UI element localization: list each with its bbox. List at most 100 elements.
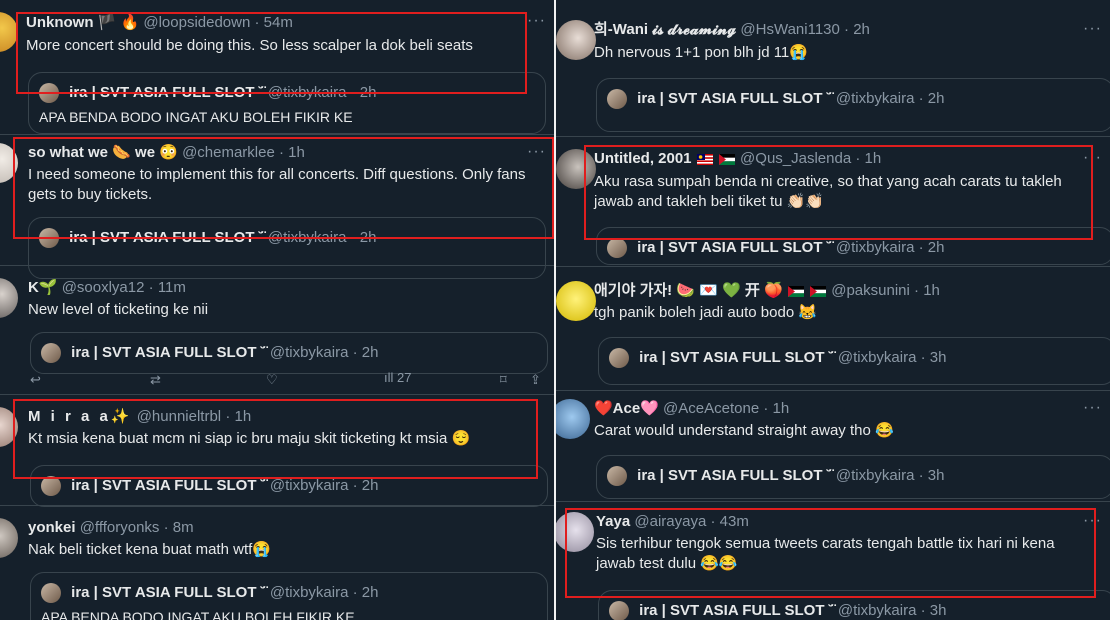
avatar[interactable] <box>0 518 18 558</box>
author-name[interactable]: so what we 🌭 we 😳 <box>28 144 178 161</box>
retweet-icon[interactable]: ⇄ <box>150 372 161 388</box>
tweet-card[interactable]: Yaya @airayaya · 43m ··· Sis terhibur te… <box>556 502 1110 620</box>
quoted-avatar <box>39 83 59 104</box>
author-name[interactable]: Yaya <box>596 513 630 530</box>
more-options-icon[interactable]: ··· <box>527 143 546 161</box>
quoted-tweet[interactable]: ira | SVT ASIA FULL SLOT ˘̈ @tixbykaira … <box>28 72 546 134</box>
quoted-tweet[interactable]: ira | SVT ASIA FULL SLOT ˘̈ @tixbykaira … <box>596 78 1110 132</box>
quoted-author-handle: @tixbykaira <box>835 467 915 485</box>
timestamp[interactable]: 43m <box>720 513 749 530</box>
avatar[interactable] <box>556 281 596 321</box>
more-options-icon[interactable]: ··· <box>1083 149 1102 167</box>
timestamp[interactable]: 54m <box>264 14 293 31</box>
separator-dot: · <box>920 602 926 620</box>
tweet-card[interactable]: Untitled, 2001 @Qus_Jaslenda · 1h ··· Ak… <box>556 137 1110 266</box>
author-handle[interactable]: @AceAcetone <box>663 400 759 417</box>
timestamp[interactable]: 8m <box>173 519 194 536</box>
share-icon[interactable]: ⇪ <box>530 372 541 388</box>
more-options-icon[interactable]: ··· <box>1083 399 1102 417</box>
separator-dot: · <box>225 408 231 425</box>
tweet-card[interactable]: 애기야 가자! 🍉 💌 💚 开 🍑 @paksunini · 1h tgh pa… <box>556 267 1110 390</box>
avatar[interactable] <box>556 399 590 439</box>
quoted-tweet[interactable]: ira | SVT ASIA FULL SLOT ˘̈ @tixbykaira … <box>596 455 1110 499</box>
more-options-icon[interactable]: ··· <box>527 12 546 30</box>
quoted-timestamp: 2h <box>361 477 379 495</box>
tweet-text: Kt msia kena buat mcm ni siap ic bru maj… <box>28 430 471 447</box>
quoted-avatar <box>41 343 61 364</box>
quoted-author-name: ira | SVT ASIA FULL SLOT ˘̈ <box>637 467 832 485</box>
bookmark-icon[interactable]: ⌑ <box>500 372 507 388</box>
timestamp[interactable]: 2h <box>853 21 870 38</box>
quoted-author-handle: @tixbykaira <box>835 239 915 257</box>
avatar[interactable] <box>0 407 18 447</box>
tweet-card[interactable]: so what we 🌭 we 😳 @chemarklee · 1h ··· I… <box>0 135 554 279</box>
quoted-author-name: ira | SVT ASIA FULL SLOT ˘̈ <box>637 90 832 108</box>
tweet-text: Carat would understand straight away tho… <box>594 422 894 439</box>
left-timeline-column: Unknown 🏴 🔥 @loopsidedown · 54m ··· More… <box>0 0 554 620</box>
avatar[interactable] <box>0 12 18 52</box>
reply-icon[interactable]: ↩ <box>30 372 41 388</box>
quoted-avatar <box>41 476 61 497</box>
timestamp[interactable]: 1h <box>865 150 882 167</box>
author-handle[interactable]: @sooxlya12 <box>62 279 145 296</box>
quoted-tweet[interactable]: ira | SVT ASIA FULL SLOT ˘̈ @tixbykaira … <box>598 590 1110 620</box>
quoted-avatar <box>607 89 627 110</box>
author-name[interactable]: ❤️Ace🩷 <box>594 400 659 417</box>
timestamp[interactable]: 11m <box>158 279 186 296</box>
timestamp[interactable]: 1h <box>235 408 252 425</box>
more-options-icon[interactable]: ··· <box>1083 512 1102 530</box>
author-handle[interactable]: @hunnieltrbl <box>137 408 221 425</box>
more-options-icon[interactable]: ··· <box>1083 20 1102 38</box>
tweet-card[interactable]: 희-Wani 𝓲𝓼 𝓭𝓻𝓮𝓪𝓶𝓲𝓷𝓰 @HsWani1130 · 2h ··· … <box>556 0 1110 136</box>
quoted-timestamp: 2h <box>361 584 379 602</box>
author-name[interactable]: Untitled, 2001 <box>594 150 692 167</box>
right-timeline-column: 희-Wani 𝓲𝓼 𝓭𝓻𝓮𝓪𝓶𝓲𝓷𝓰 @HsWani1130 · 2h ··· … <box>556 0 1110 620</box>
like-icon[interactable]: ♡ <box>266 372 278 388</box>
avatar[interactable] <box>0 278 18 318</box>
author-name[interactable]: K🌱 <box>28 279 58 296</box>
quoted-tweet[interactable]: ira | SVT ASIA FULL SLOT ˘̈ @tixbykaira … <box>598 337 1110 385</box>
author-name[interactable]: Unknown 🏴 🔥 <box>26 14 139 31</box>
quoted-tweet[interactable]: ira | SVT ASIA FULL SLOT ˘̈ @tixbykaira … <box>596 227 1110 265</box>
tweet-text: Aku rasa sumpah benda ni creative, so th… <box>594 173 1062 210</box>
quoted-tweet[interactable]: ira | SVT ASIA FULL SLOT ˘̈ @tixbykaira … <box>30 572 548 620</box>
author-name[interactable]: 희-Wani 𝓲𝓼 𝓭𝓻𝓮𝓪𝓶𝓲𝓷𝓰 <box>594 21 736 38</box>
timestamp[interactable]: 1h <box>288 144 305 161</box>
separator-dot: · <box>763 400 769 417</box>
tweet-card[interactable]: M i r a a✨ @hunnieltrbl · 1h Kt msia ken… <box>0 395 554 507</box>
author-handle[interactable]: @ffforyonks <box>80 519 160 536</box>
quoted-author-name: ira | SVT ASIA FULL SLOT ˘̈ <box>637 239 832 257</box>
views-count[interactable]: ıll 27 <box>384 370 411 385</box>
tweet-card[interactable]: Unknown 🏴 🔥 @loopsidedown · 54m ··· More… <box>0 0 554 134</box>
quoted-timestamp: 2h <box>359 229 377 247</box>
separator-dot: · <box>352 344 358 362</box>
author-handle[interactable]: @chemarklee <box>182 144 275 161</box>
tweet-card[interactable]: ❤️Ace🩷 @AceAcetone · 1h ··· Carat would … <box>556 391 1110 501</box>
timestamp[interactable]: 1h <box>773 400 790 417</box>
views-value: 27 <box>397 370 412 385</box>
quoted-author-handle: @tixbykaira <box>269 344 349 362</box>
author-name[interactable]: M i r a a✨ <box>28 408 133 425</box>
separator-dot: · <box>148 279 154 296</box>
timestamp[interactable]: 1h <box>923 282 940 299</box>
author-name[interactable]: 애기야 가자! 🍉 💌 💚 开 🍑 <box>594 282 783 299</box>
quoted-avatar <box>607 466 627 487</box>
quoted-author-handle: @tixbykaira <box>837 602 917 620</box>
author-handle[interactable]: @HsWani1130 <box>740 21 839 38</box>
avatar[interactable] <box>556 512 594 552</box>
quoted-tweet[interactable]: ira | SVT ASIA FULL SLOT ˘̈ @tixbykaira … <box>30 465 548 507</box>
tweet-card[interactable]: yonkei @ffforyonks · 8m Nak beli ticket … <box>0 506 554 620</box>
quoted-tweet[interactable]: ira | SVT ASIA FULL SLOT ˘̈ @tixbykaira … <box>30 332 548 374</box>
tweet-card[interactable]: K🌱 @sooxlya12 · 11m New level of ticketi… <box>0 266 554 394</box>
author-handle[interactable]: @paksunini <box>831 282 910 299</box>
avatar[interactable] <box>556 149 596 189</box>
separator-dot: · <box>918 239 924 257</box>
separator-dot: · <box>352 584 358 602</box>
author-name[interactable]: yonkei <box>28 519 76 536</box>
author-handle[interactable]: @Qus_Jaslenda <box>740 150 851 167</box>
author-handle[interactable]: @loopsidedown <box>143 14 250 31</box>
author-handle[interactable]: @airayaya <box>634 513 706 530</box>
avatar[interactable] <box>0 143 18 183</box>
separator-dot: · <box>914 282 920 299</box>
avatar[interactable] <box>556 20 596 60</box>
